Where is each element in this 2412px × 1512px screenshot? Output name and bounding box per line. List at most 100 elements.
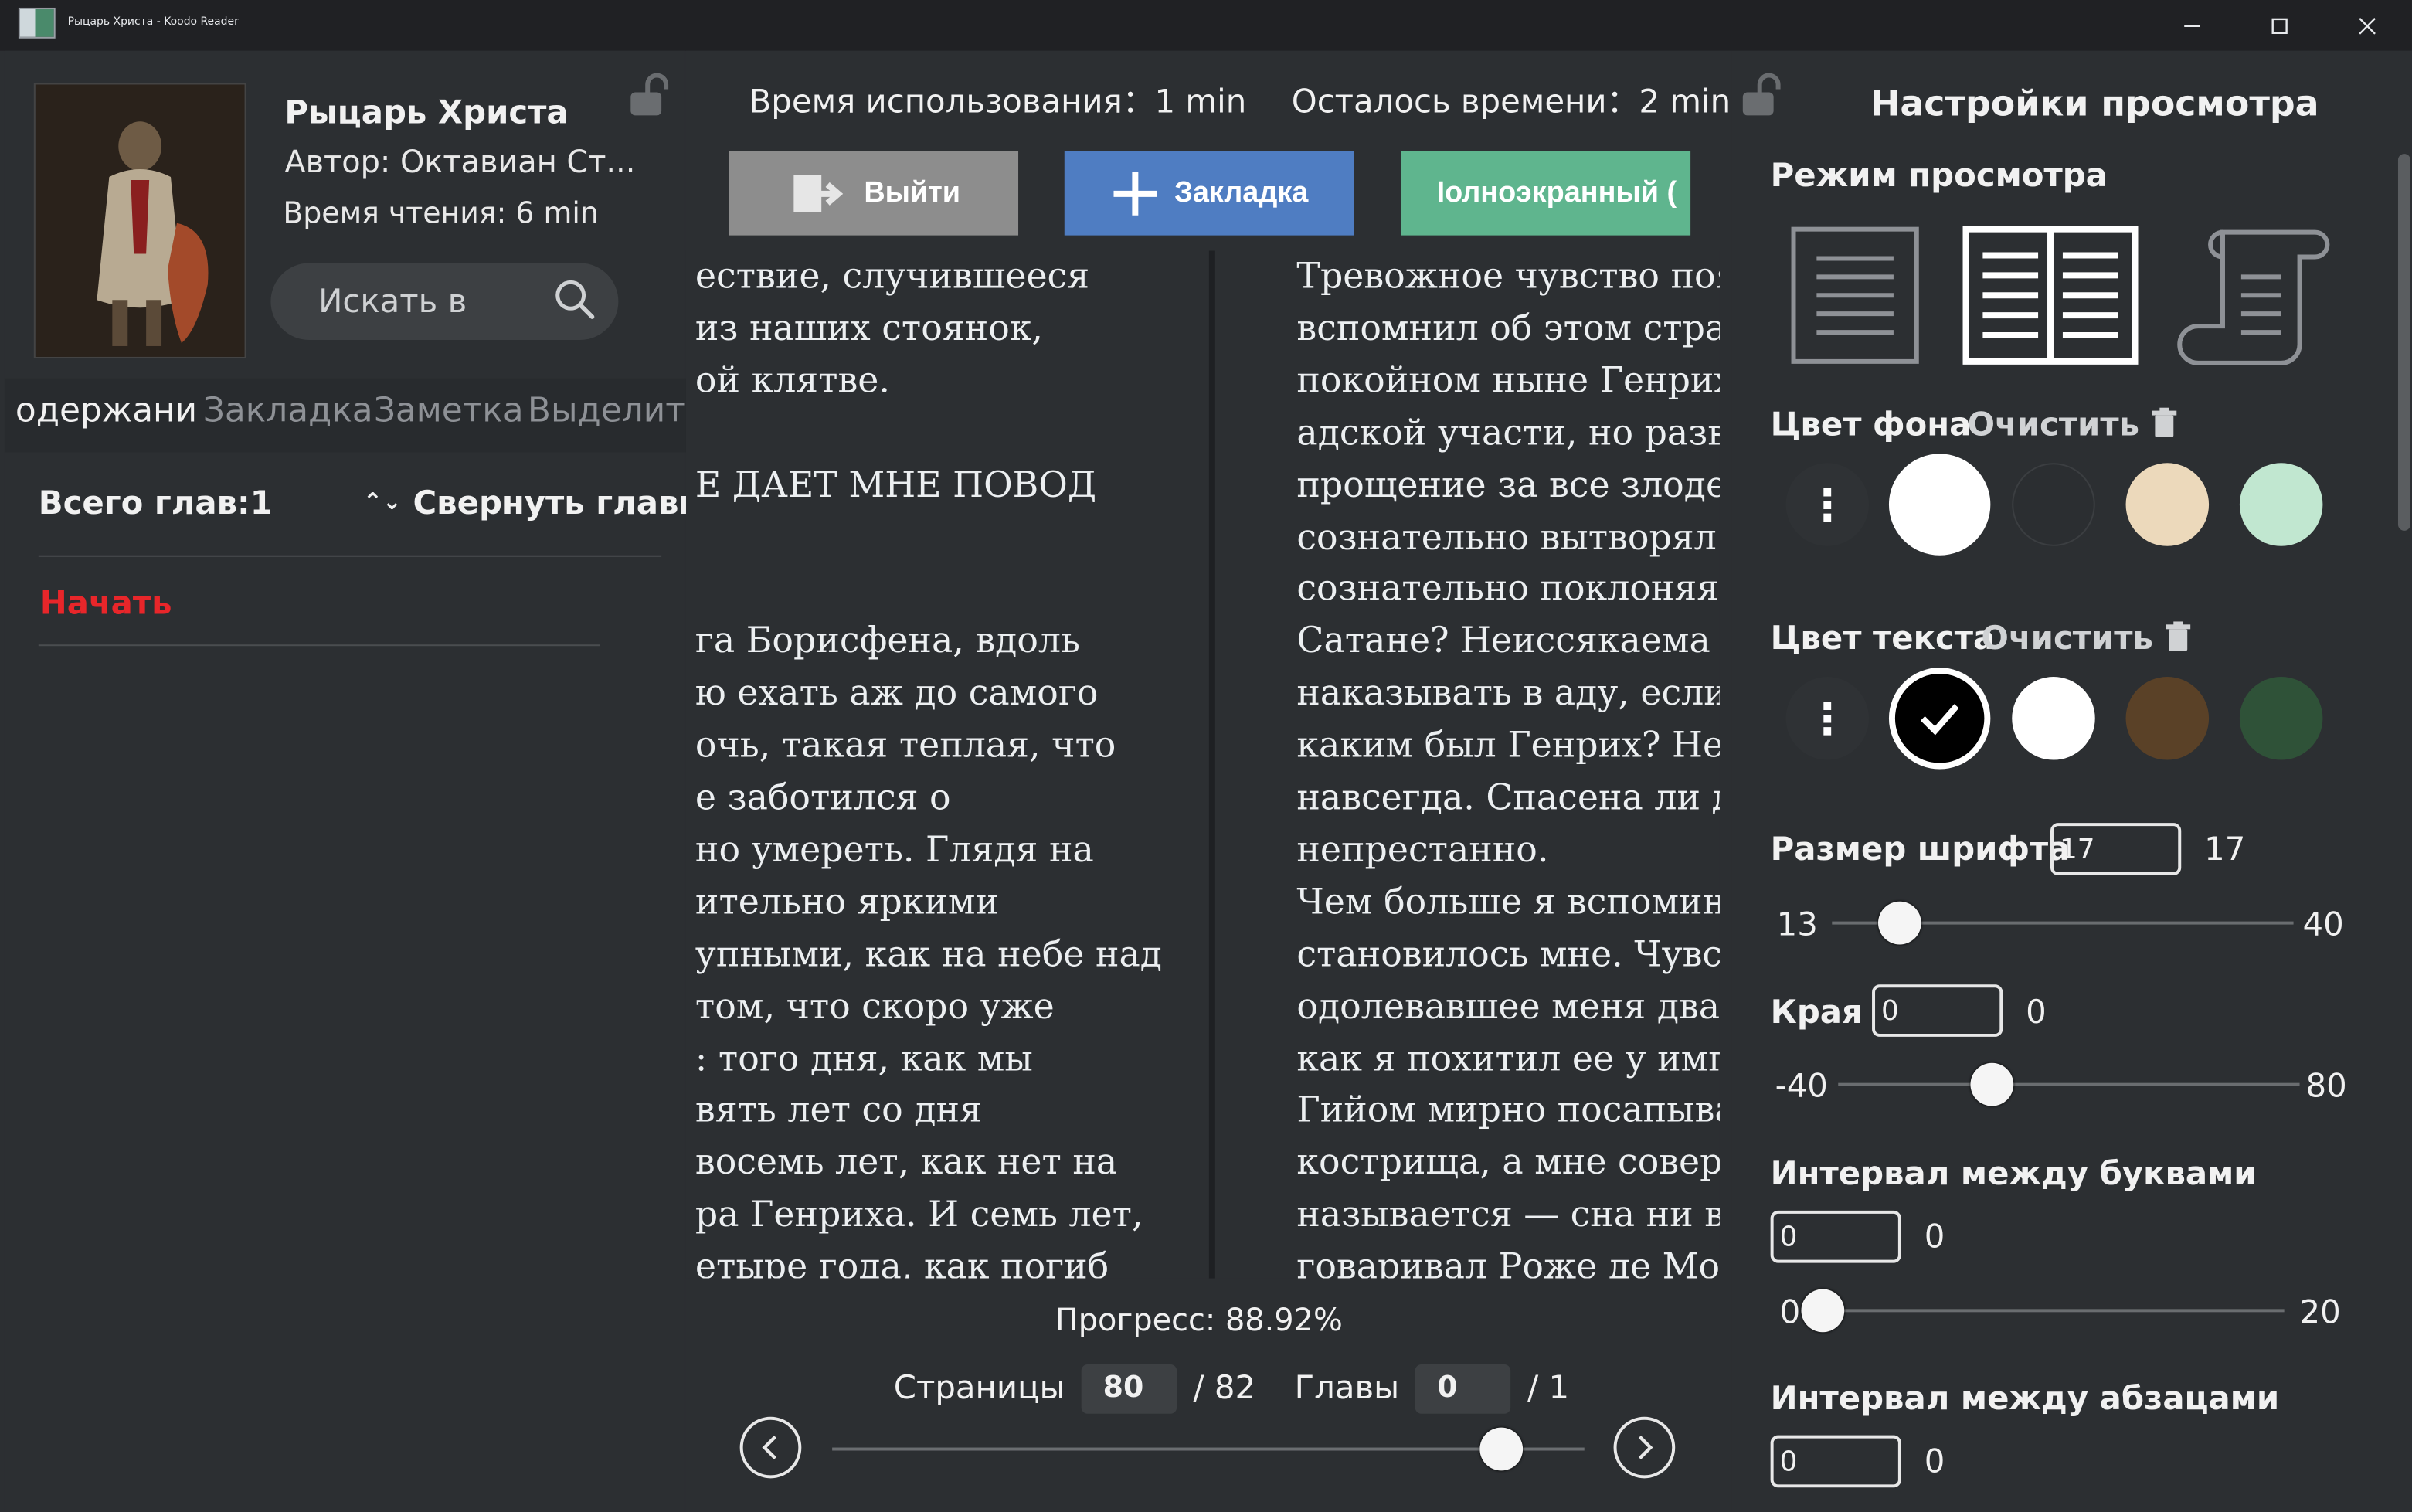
clear-text-button[interactable]: Очистить — [1981, 620, 2192, 657]
paragraph-spacing-label: Интервал между абзацами — [1770, 1379, 2280, 1417]
lock-sidebar-button[interactable] — [626, 73, 672, 125]
knight-cover-image — [35, 84, 245, 357]
chapter-input[interactable]: 0 — [1415, 1364, 1511, 1414]
letter-spacing-slider[interactable] — [1823, 1309, 2285, 1313]
page-text-line: Сатане? Неиссякаема ми — [1296, 621, 1720, 662]
page-text-line: из наших стоянок, — [695, 308, 1043, 349]
page-text-line: га Борисфена, вдоль — [695, 621, 1080, 662]
margins-slider[interactable] — [1838, 1082, 2300, 1086]
divider — [38, 555, 662, 557]
tab-contents[interactable]: одержани — [15, 392, 197, 431]
text-swatch-brown[interactable] — [2125, 677, 2210, 760]
page-text-line: : того дня, как мы — [695, 1038, 1033, 1079]
view-single-page[interactable] — [1789, 225, 1921, 372]
page-text-line: наказывать в аду, если н — [1296, 674, 1720, 715]
progress-text: Прогресс: 88.92% — [1055, 1301, 1343, 1339]
minimize-icon — [2184, 24, 2200, 27]
text-color-label: Цвет текста — [1770, 620, 1996, 657]
text-swatch-black[interactable] — [1888, 668, 1991, 770]
letter-spacing-min: 0 — [1779, 1293, 1801, 1331]
settings-scrollbar[interactable] — [2397, 154, 2410, 531]
fullscreen-button[interactable]: Іолноэкранный ( — [1401, 151, 1691, 236]
book-author: Автор: Октавиан Ст... — [284, 143, 636, 180]
view-scroll[interactable] — [2176, 225, 2333, 375]
page-text-line: сознательно вытворял в — [1296, 517, 1720, 558]
check-icon — [1920, 704, 1959, 736]
letter-spacing-label: Интервал между буквами — [1770, 1155, 2257, 1193]
text-color-picker-button[interactable]: ⋮ — [1785, 677, 1870, 760]
single-page-icon — [1791, 226, 1919, 364]
search-label: Искать в — [318, 283, 467, 321]
plus-icon — [1113, 171, 1157, 215]
chapters-count: Всего глав:1 — [38, 484, 273, 522]
app-icon — [18, 7, 56, 39]
letter-spacing-input[interactable]: 0 — [1770, 1210, 1901, 1263]
fullscreen-label: Іолноэкранный ( — [1436, 175, 1677, 209]
page-text-line: очь, такая теплая, что — [695, 725, 1116, 766]
page-input[interactable]: 80 — [1081, 1364, 1177, 1414]
lock-settings-button[interactable] — [1740, 73, 1789, 128]
font-size-label: Размер шрифта — [1770, 831, 2071, 868]
text-swatch-green[interactable] — [2239, 677, 2323, 760]
text-swatch-white[interactable] — [2012, 677, 2095, 760]
letter-spacing-slider-thumb[interactable] — [1801, 1289, 1845, 1333]
page-text-line: ю ехать аж до самого — [695, 674, 1099, 715]
prev-page-button[interactable] — [739, 1416, 802, 1479]
letter-spacing-value: 0 — [1924, 1218, 1945, 1255]
margins-value: 0 — [2026, 994, 2047, 1031]
pages-label: Страницы — [893, 1368, 1065, 1406]
page-text-line: том, что скоро уже — [695, 987, 1055, 1028]
view-double-page[interactable] — [1962, 225, 2140, 372]
margins-input[interactable]: 0 — [1872, 984, 2003, 1037]
bg-swatch-white[interactable] — [1888, 454, 1991, 556]
page-text-line: непрестанно. — [1296, 830, 1549, 871]
search-box[interactable]: Искать в — [270, 263, 619, 341]
page-text-line: Гийом мирно посапыва — [1296, 1091, 1720, 1132]
page-text-line: вспомнил об этом страш — [1296, 308, 1720, 349]
time-info: Время использования：1 min Осталось време… — [749, 77, 1731, 124]
margins-slider-thumb[interactable] — [1970, 1062, 2014, 1106]
bookmark-label: Закладка — [1174, 175, 1309, 209]
paragraph-spacing-value: 0 — [1924, 1442, 1945, 1480]
tab-notes[interactable]: Заметка — [374, 392, 524, 431]
bg-swatch-green[interactable] — [2239, 463, 2323, 546]
exit-label: Выйти — [864, 175, 961, 209]
page-text-line: становилось мне. Чувст — [1296, 934, 1720, 975]
progress-slider-thumb[interactable] — [1479, 1427, 1523, 1471]
font-size-input[interactable]: 17 — [2050, 823, 2182, 875]
page-text-line: вять лет со дня — [695, 1091, 982, 1132]
clear-bg-button[interactable]: Очистить — [1967, 406, 2178, 443]
view-mode-label: Режим просмотра — [1770, 157, 2108, 194]
exit-button[interactable]: Выйти — [729, 151, 1019, 236]
title-bar: Рыцарь Христа - Koodo Reader — [0, 0, 2412, 51]
page-text-line: ой клятве. — [695, 361, 890, 402]
margins-min: -40 — [1775, 1067, 1828, 1105]
page-text-line: ествие, случившееся — [695, 257, 1090, 297]
maximize-button[interactable] — [2244, 0, 2315, 51]
sort-icon: ⌃⌄ — [362, 488, 402, 515]
page-text-line: ра Генриха. И семь лет, — [695, 1195, 1143, 1236]
scroll-icon — [2177, 229, 2330, 365]
close-button[interactable] — [2332, 0, 2403, 51]
margins-max: 80 — [2305, 1067, 2347, 1105]
font-size-min: 13 — [1776, 906, 1818, 943]
page-text-line: навсегда. Спасена ли ду — [1296, 778, 1720, 819]
toc-item-start[interactable]: Начать — [40, 585, 172, 622]
bg-color-label: Цвет фона — [1770, 406, 1972, 443]
add-bookmark-button[interactable]: Закладка — [1064, 151, 1354, 236]
page-text-line: Тревожное чувство появ — [1296, 257, 1720, 297]
tab-bookmarks[interactable]: Закладка — [203, 392, 373, 431]
bg-swatch-dark[interactable] — [2012, 463, 2095, 546]
search-icon[interactable] — [554, 278, 597, 328]
tab-highlights[interactable]: Выделить — [528, 392, 689, 431]
book-cover[interactable] — [33, 83, 246, 358]
page-text-line: упными, как на небе над — [695, 934, 1162, 975]
progress-slider[interactable] — [832, 1447, 1585, 1451]
collapse-chapters-button[interactable]: ⌃⌄ Свернуть главы — [363, 484, 708, 522]
bg-swatch-sepia[interactable] — [2125, 463, 2210, 546]
bg-color-picker-button[interactable]: ⋮ — [1785, 463, 1870, 546]
paragraph-spacing-input[interactable]: 0 — [1770, 1435, 1901, 1488]
next-page-button[interactable] — [1613, 1416, 1676, 1479]
divider — [38, 644, 600, 647]
minimize-button[interactable] — [2156, 0, 2227, 51]
